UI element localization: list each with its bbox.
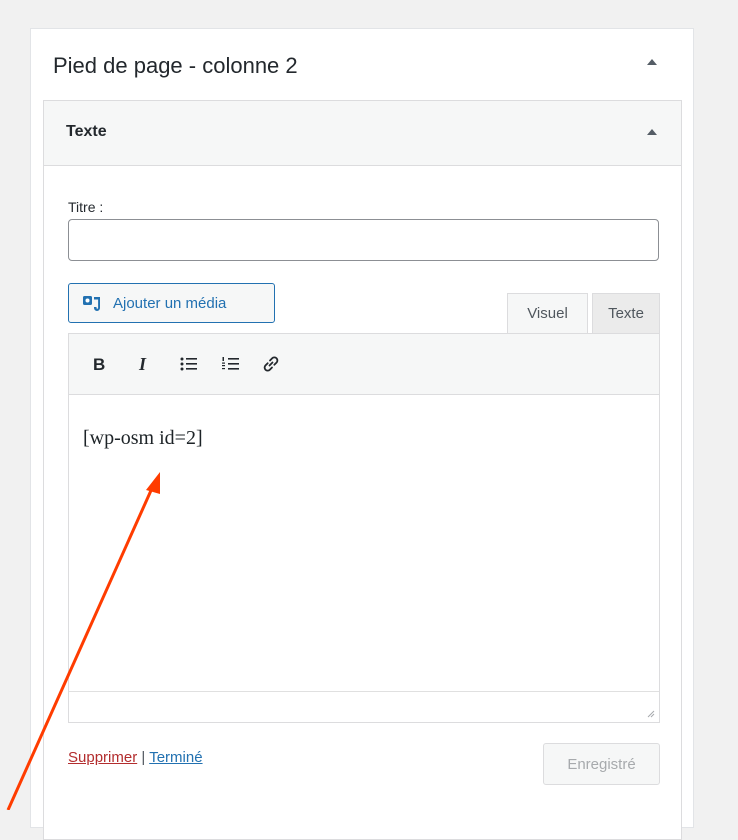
rich-text-editor: B I [wp-osm id=2] bbox=[68, 333, 660, 723]
tab-visual[interactable]: Visuel bbox=[507, 293, 588, 333]
numbered-list-icon[interactable] bbox=[219, 352, 243, 376]
editor-content[interactable]: [wp-osm id=2] bbox=[69, 395, 659, 691]
editor-toolbar: B I bbox=[69, 334, 659, 395]
svg-text:B: B bbox=[93, 356, 105, 372]
widget-header[interactable]: Texte bbox=[44, 101, 681, 166]
title-input[interactable] bbox=[68, 219, 659, 261]
done-link[interactable]: Terminé bbox=[149, 749, 202, 766]
add-media-button[interactable]: Ajouter un média bbox=[68, 283, 275, 323]
widget-area-title: Pied de page - colonne 2 bbox=[53, 53, 298, 78]
tab-text[interactable]: Texte bbox=[592, 293, 660, 333]
widget-area-panel: Pied de page - colonne 2 Texte Titre : A… bbox=[30, 28, 694, 840]
text-widget: Texte Titre : Ajouter un média Visuel Te… bbox=[43, 100, 682, 840]
collapse-widget-icon[interactable] bbox=[647, 129, 657, 135]
widget-actions: Supprimer | Terminé bbox=[68, 749, 203, 766]
bold-icon[interactable]: B bbox=[87, 352, 111, 376]
add-media-label: Ajouter un média bbox=[113, 294, 227, 312]
italic-icon[interactable]: I bbox=[133, 352, 157, 376]
save-button: Enregistré bbox=[543, 743, 660, 785]
link-icon[interactable] bbox=[259, 352, 283, 376]
actions-separator: | bbox=[141, 749, 146, 766]
editor-status-bar bbox=[69, 691, 659, 722]
svg-text:I: I bbox=[138, 356, 147, 372]
title-label: Titre : bbox=[68, 199, 104, 215]
widget-title: Texte bbox=[66, 123, 107, 140]
bullet-list-icon[interactable] bbox=[177, 352, 201, 376]
media-icon bbox=[83, 296, 100, 311]
collapse-area-icon[interactable] bbox=[647, 59, 657, 65]
delete-link[interactable]: Supprimer bbox=[68, 749, 137, 766]
resize-handle-icon[interactable] bbox=[645, 708, 655, 718]
